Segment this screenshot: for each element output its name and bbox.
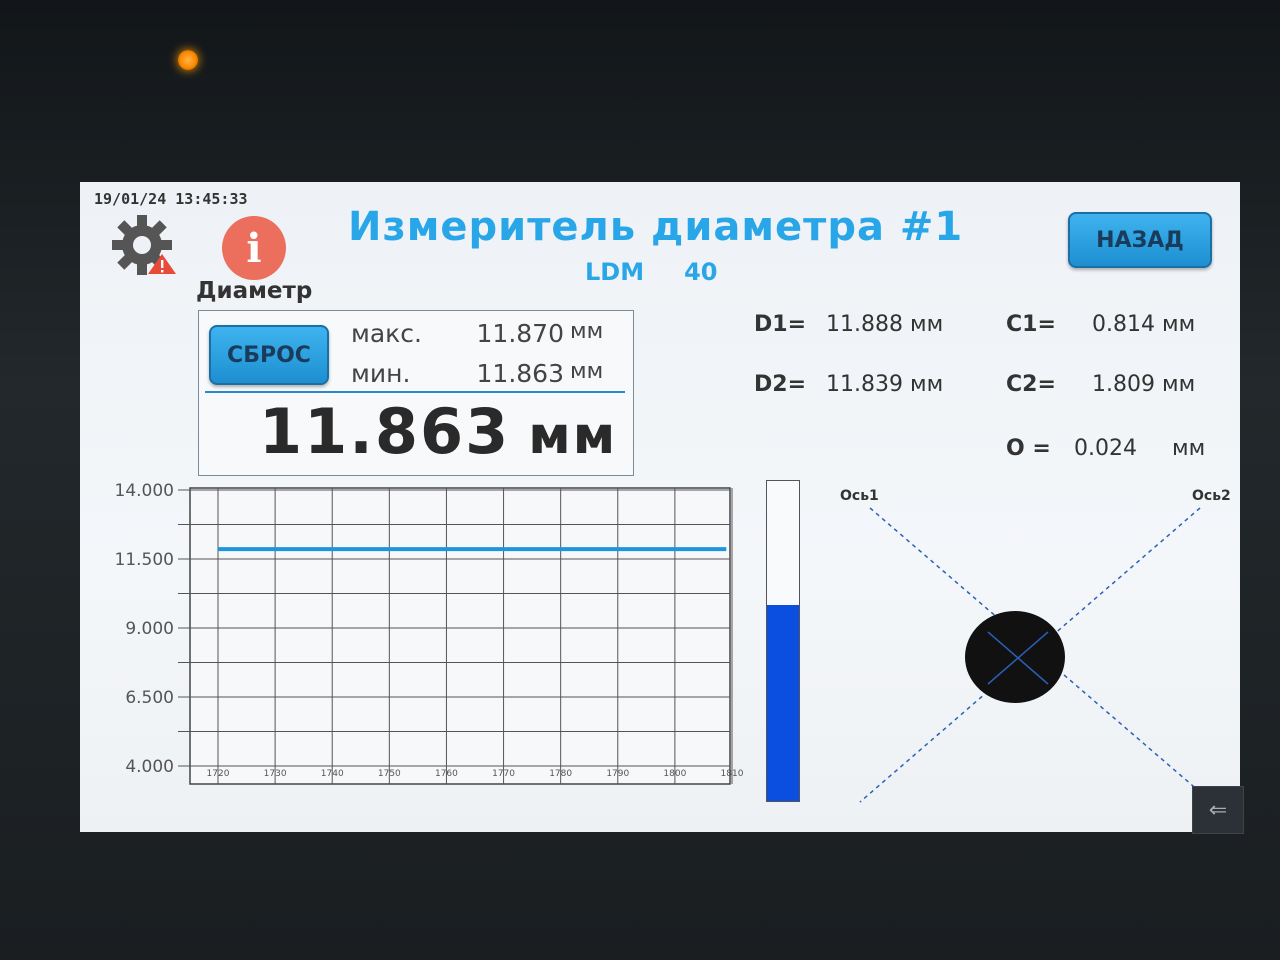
gear-icon[interactable] xyxy=(110,214,180,276)
separator xyxy=(205,391,625,393)
y-tick-label: 9.000 xyxy=(125,619,174,639)
y-tick-label: 4.000 xyxy=(125,757,174,777)
c2-readout: C2= 1.809 мм xyxy=(1006,372,1195,397)
plot-frame xyxy=(189,487,731,785)
status-led xyxy=(178,50,198,70)
c1-value: 0.814 xyxy=(1092,312,1155,337)
axis1-label: Ось1 xyxy=(840,488,879,504)
x-tick-label: 1750 xyxy=(378,769,401,779)
o-unit: мм xyxy=(1171,436,1206,461)
cross-section-view: Ось1 Ось2 xyxy=(840,488,1231,803)
diameter-level-bar xyxy=(766,480,800,802)
c2-label: C2= xyxy=(1006,372,1056,397)
current-diameter: 11.863 мм xyxy=(259,395,617,468)
o-label: O = xyxy=(1006,436,1051,461)
x-tick-label: 1730 xyxy=(264,769,287,779)
datetime: 19/01/24 13:45:33 xyxy=(94,190,248,208)
c1-label: C1= xyxy=(1006,312,1056,337)
d1-value: 11.888 xyxy=(826,312,903,337)
x-tick-label: 1790 xyxy=(606,769,629,779)
model-number: 40 xyxy=(684,258,718,286)
x-tick-label: 1810 xyxy=(721,769,744,779)
d1-readout: D1= 11.888 мм xyxy=(754,312,943,337)
d2-unit: мм xyxy=(909,372,944,397)
min-value: 11.863 xyxy=(476,359,564,388)
diameter-panel: СБРОС макс. 11.870 мм мин. 11.863 мм 11.… xyxy=(198,310,634,476)
info-icon[interactable]: i xyxy=(222,216,286,280)
c1-readout: C1= 0.814 мм xyxy=(1006,312,1195,337)
max-value: 11.870 xyxy=(476,319,564,348)
c2-unit: мм xyxy=(1161,372,1196,397)
max-label: макс. xyxy=(351,319,422,348)
c2-value: 1.809 xyxy=(1092,372,1155,397)
page-title: Измеритель диаметра #1 xyxy=(348,204,964,250)
c1-unit: мм xyxy=(1161,312,1196,337)
o-value: 0.024 xyxy=(1074,436,1137,461)
y-tick-label: 14.000 xyxy=(115,481,174,501)
min-label: мин. xyxy=(351,359,411,388)
y-tick-label: 6.500 xyxy=(125,688,174,708)
d2-label: D2= xyxy=(754,372,807,397)
d1-label: D1= xyxy=(754,312,807,337)
y-tick-label: 11.500 xyxy=(115,550,174,570)
axis2-label: Ось2 xyxy=(1192,488,1231,504)
d1-unit: мм xyxy=(909,312,944,337)
diameter-section-label: Диаметр xyxy=(196,278,313,304)
d2-readout: D2= 11.839 мм xyxy=(754,372,943,397)
o-readout: O = 0.024 мм xyxy=(1006,436,1205,461)
x-tick-label: 1800 xyxy=(663,769,686,779)
x-tick-label: 1780 xyxy=(549,769,572,779)
x-tick-label: 1770 xyxy=(492,769,515,779)
level-bar-fill xyxy=(767,604,799,801)
profile-ellipse xyxy=(965,611,1065,703)
return-arrow-icon[interactable]: ⇐ xyxy=(1192,786,1244,834)
x-tick-label: 1760 xyxy=(435,769,458,779)
min-row: мин. 11.863 мм xyxy=(351,359,616,388)
current-diameter-unit: мм xyxy=(528,406,618,466)
back-button[interactable]: НАЗАД xyxy=(1068,212,1212,268)
max-row: макс. 11.870 мм xyxy=(351,319,616,348)
current-diameter-value: 11.863 xyxy=(259,395,511,468)
max-unit: мм xyxy=(570,319,604,344)
hmi-screen: 19/01/24 13:45:33 i Измеритель диаметра … xyxy=(80,182,1240,832)
x-tick-label: 1740 xyxy=(321,769,344,779)
diameter-trend-chart: 14.000 11.500 9.000 6.500 4.000 1720 1730 1740 1… xyxy=(115,481,744,785)
x-tick-label: 1720 xyxy=(207,769,230,779)
reset-button[interactable]: СБРОС xyxy=(209,325,329,385)
d2-value: 11.839 xyxy=(826,372,903,397)
device-model: LDM 40 xyxy=(585,258,718,286)
min-unit: мм xyxy=(570,359,604,384)
model-name: LDM xyxy=(585,258,645,286)
